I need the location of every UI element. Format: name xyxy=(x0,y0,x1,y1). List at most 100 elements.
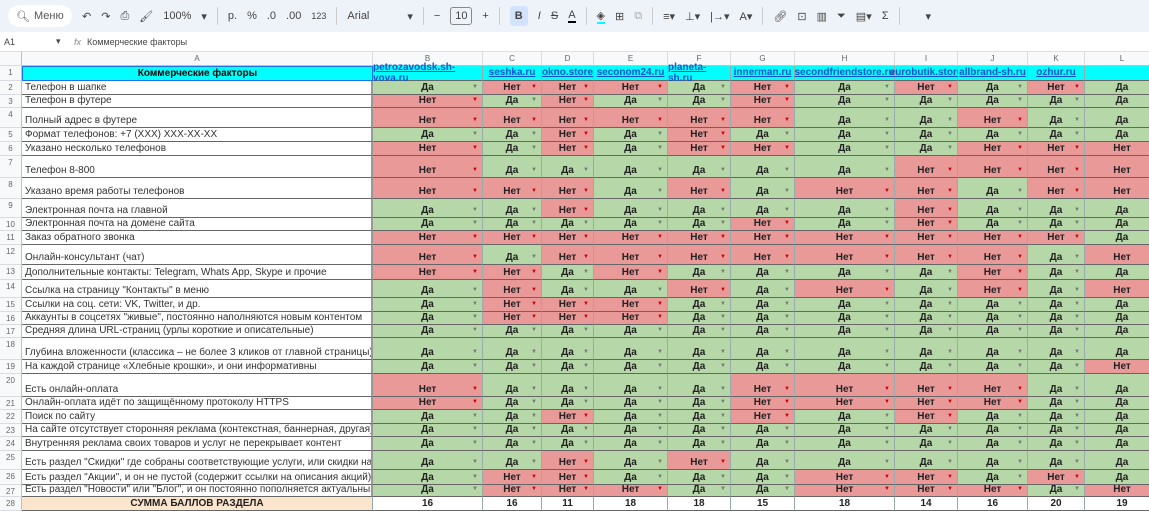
redo-icon[interactable]: ↷ xyxy=(101,10,110,23)
dropdown-cell[interactable]: Да▼ xyxy=(795,199,895,218)
font-size-input[interactable]: 10 xyxy=(450,7,473,25)
dropdown-arrow-icon[interactable]: ▼ xyxy=(1074,254,1080,260)
dropdown-arrow-icon[interactable]: ▼ xyxy=(531,399,537,405)
dropdown-arrow-icon[interactable]: ▼ xyxy=(531,269,537,275)
dropdown-arrow-icon[interactable]: ▼ xyxy=(947,440,953,446)
dropdown-arrow-icon[interactable]: ▼ xyxy=(720,363,726,369)
dropdown-cell[interactable]: Да▼ xyxy=(895,451,958,470)
dropdown-cell[interactable]: Нет ▼ xyxy=(373,142,483,156)
dropdown-arrow-icon[interactable]: ▼ xyxy=(720,327,726,333)
dropdown-cell[interactable]: Нет ▼ xyxy=(731,95,795,108)
dropdown-arrow-icon[interactable]: ▼ xyxy=(657,145,663,151)
dropdown-cell[interactable]: Да▼ xyxy=(483,374,542,397)
dropdown-cell[interactable]: Да▼ xyxy=(795,142,895,156)
dropdown-arrow-icon[interactable]: ▼ xyxy=(657,440,663,446)
dropdown-arrow-icon[interactable]: ▼ xyxy=(657,474,663,480)
dropdown-arrow-icon[interactable]: ▼ xyxy=(472,145,478,151)
dropdown-arrow-icon[interactable]: ▼ xyxy=(657,117,663,123)
dropdown-cell[interactable]: Нет ▼ xyxy=(1028,156,1085,178)
dropdown-arrow-icon[interactable]: ▼ xyxy=(884,97,890,103)
dropdown-cell[interactable]: Да▼ xyxy=(1085,312,1149,325)
row-header[interactable]: 3 xyxy=(0,95,22,108)
row-header[interactable]: 9 xyxy=(0,199,22,218)
dropdown-cell[interactable]: Да▼ xyxy=(373,298,483,312)
dropdown-arrow-icon[interactable]: ▼ xyxy=(784,363,790,369)
column-header-L[interactable]: L xyxy=(1085,52,1149,66)
dropdown-arrow-icon[interactable]: ▼ xyxy=(657,327,663,333)
dropdown-arrow-icon[interactable]: ▼ xyxy=(884,349,890,355)
dropdown-arrow-icon[interactable]: ▼ xyxy=(657,459,663,465)
dropdown-arrow-icon[interactable]: ▼ xyxy=(884,440,890,446)
column-header-K[interactable]: K xyxy=(1028,52,1085,66)
row-header[interactable]: 8 xyxy=(0,178,22,199)
dropdown-cell[interactable]: Да▼ xyxy=(895,424,958,437)
dropdown-arrow-icon[interactable]: ▼ xyxy=(884,234,890,240)
currency-button[interactable]: р. xyxy=(228,10,237,22)
dropdown-cell[interactable]: Нет ▼ xyxy=(1028,178,1085,199)
dropdown-arrow-icon[interactable]: ▼ xyxy=(1074,349,1080,355)
dropdown-cell[interactable]: Да▼ xyxy=(594,128,668,142)
dropdown-arrow-icon[interactable]: ▼ xyxy=(1017,474,1023,480)
dropdown-cell[interactable]: Да▼ xyxy=(1085,325,1149,338)
dropdown-cell[interactable]: Да▼ xyxy=(594,280,668,298)
dropdown-cell[interactable]: Да▼ xyxy=(1085,397,1149,410)
site-header-link[interactable]: seconom24.ru xyxy=(594,66,668,81)
dropdown-cell[interactable]: Нет ▼ xyxy=(373,374,483,397)
dropdown-cell[interactable]: Нет ▼ xyxy=(373,108,483,128)
dropdown-cell[interactable]: Да▼ xyxy=(668,374,731,397)
dropdown-arrow-icon[interactable]: ▼ xyxy=(884,269,890,275)
dropdown-cell[interactable]: Да▼ xyxy=(668,298,731,312)
dropdown-arrow-icon[interactable]: ▼ xyxy=(1074,386,1080,392)
column-header-D[interactable]: D xyxy=(542,52,594,66)
dropdown-arrow-icon[interactable]: ▼ xyxy=(583,117,589,123)
text-color-icon[interactable]: A xyxy=(568,9,576,23)
dropdown-arrow-icon[interactable]: ▼ xyxy=(657,188,663,194)
dropdown-cell[interactable]: Нет ▼ xyxy=(594,81,668,95)
dropdown-cell[interactable]: Нет ▼ xyxy=(542,410,594,424)
dropdown-cell[interactable]: Нет ▼ xyxy=(795,178,895,199)
dropdown-arrow-icon[interactable]: ▼ xyxy=(583,207,589,213)
dropdown-arrow-icon[interactable]: ▼ xyxy=(1017,440,1023,446)
dropdown-cell[interactable]: Да▼ xyxy=(483,199,542,218)
dropdown-cell[interactable]: Да▼ xyxy=(1028,374,1085,397)
dropdown-arrow-icon[interactable]: ▼ xyxy=(884,145,890,151)
dropdown-arrow-icon[interactable]: ▼ xyxy=(472,97,478,103)
dropdown-cell[interactable]: Да▼ xyxy=(958,451,1028,470)
dropdown-arrow-icon[interactable]: ▼ xyxy=(947,399,953,405)
dropdown-cell[interactable]: Да▼ xyxy=(542,156,594,178)
dropdown-cell[interactable]: Нет ▼ xyxy=(731,218,795,231)
dropdown-cell[interactable]: Да▼ xyxy=(373,360,483,374)
dropdown-arrow-icon[interactable]: ▼ xyxy=(1074,399,1080,405)
dropdown-arrow-icon[interactable]: ▼ xyxy=(472,386,478,392)
dropdown-arrow-icon[interactable]: ▼ xyxy=(947,220,953,226)
dropdown-cell[interactable]: Да▼ xyxy=(1028,298,1085,312)
dropdown-cell[interactable]: Да▼ xyxy=(795,128,895,142)
row-header[interactable]: 12 xyxy=(0,245,22,265)
dropdown-cell[interactable]: Нет ▼ xyxy=(542,95,594,108)
site-header-link[interactable]: seshka.ru xyxy=(483,66,542,81)
row-header[interactable]: 22 xyxy=(0,410,22,424)
dropdown-arrow-icon[interactable]: ▼ xyxy=(884,413,890,419)
zoom-select[interactable]: 100% xyxy=(163,10,191,22)
dropdown-arrow-icon[interactable]: ▼ xyxy=(472,314,478,320)
dropdown-cell[interactable]: Да▼ xyxy=(958,470,1028,485)
italic-button[interactable]: I xyxy=(538,10,541,22)
dropdown-cell[interactable]: Да▼ xyxy=(895,265,958,280)
dropdown-arrow-icon[interactable]: ▼ xyxy=(884,167,890,173)
dropdown-cell[interactable]: Нет ▼ xyxy=(542,108,594,128)
dropdown-arrow-icon[interactable]: ▼ xyxy=(884,131,890,137)
dropdown-cell[interactable]: Да▼ xyxy=(668,360,731,374)
dropdown-arrow-icon[interactable]: ▼ xyxy=(784,234,790,240)
dropdown-arrow-icon[interactable]: ▼ xyxy=(472,167,478,173)
site-header-link[interactable]: planeta-sh.ru xyxy=(668,62,731,84)
dropdown-cell[interactable]: Нет ▼ xyxy=(373,231,483,245)
dropdown-cell[interactable]: Нет ▼ xyxy=(958,484,1028,497)
dropdown-arrow-icon[interactable]: ▼ xyxy=(947,459,953,465)
dropdown-arrow-icon[interactable]: ▼ xyxy=(884,386,890,392)
dropdown-cell[interactable]: Да▼ xyxy=(1028,95,1085,108)
dropdown-arrow-icon[interactable]: ▼ xyxy=(784,131,790,137)
dropdown-cell[interactable]: Да▼ xyxy=(1085,338,1149,360)
dropdown-cell[interactable]: Да▼ xyxy=(731,437,795,451)
dropdown-cell[interactable]: Да▼ xyxy=(1028,280,1085,298)
dropdown-cell[interactable]: Нет ▼ xyxy=(731,81,795,95)
